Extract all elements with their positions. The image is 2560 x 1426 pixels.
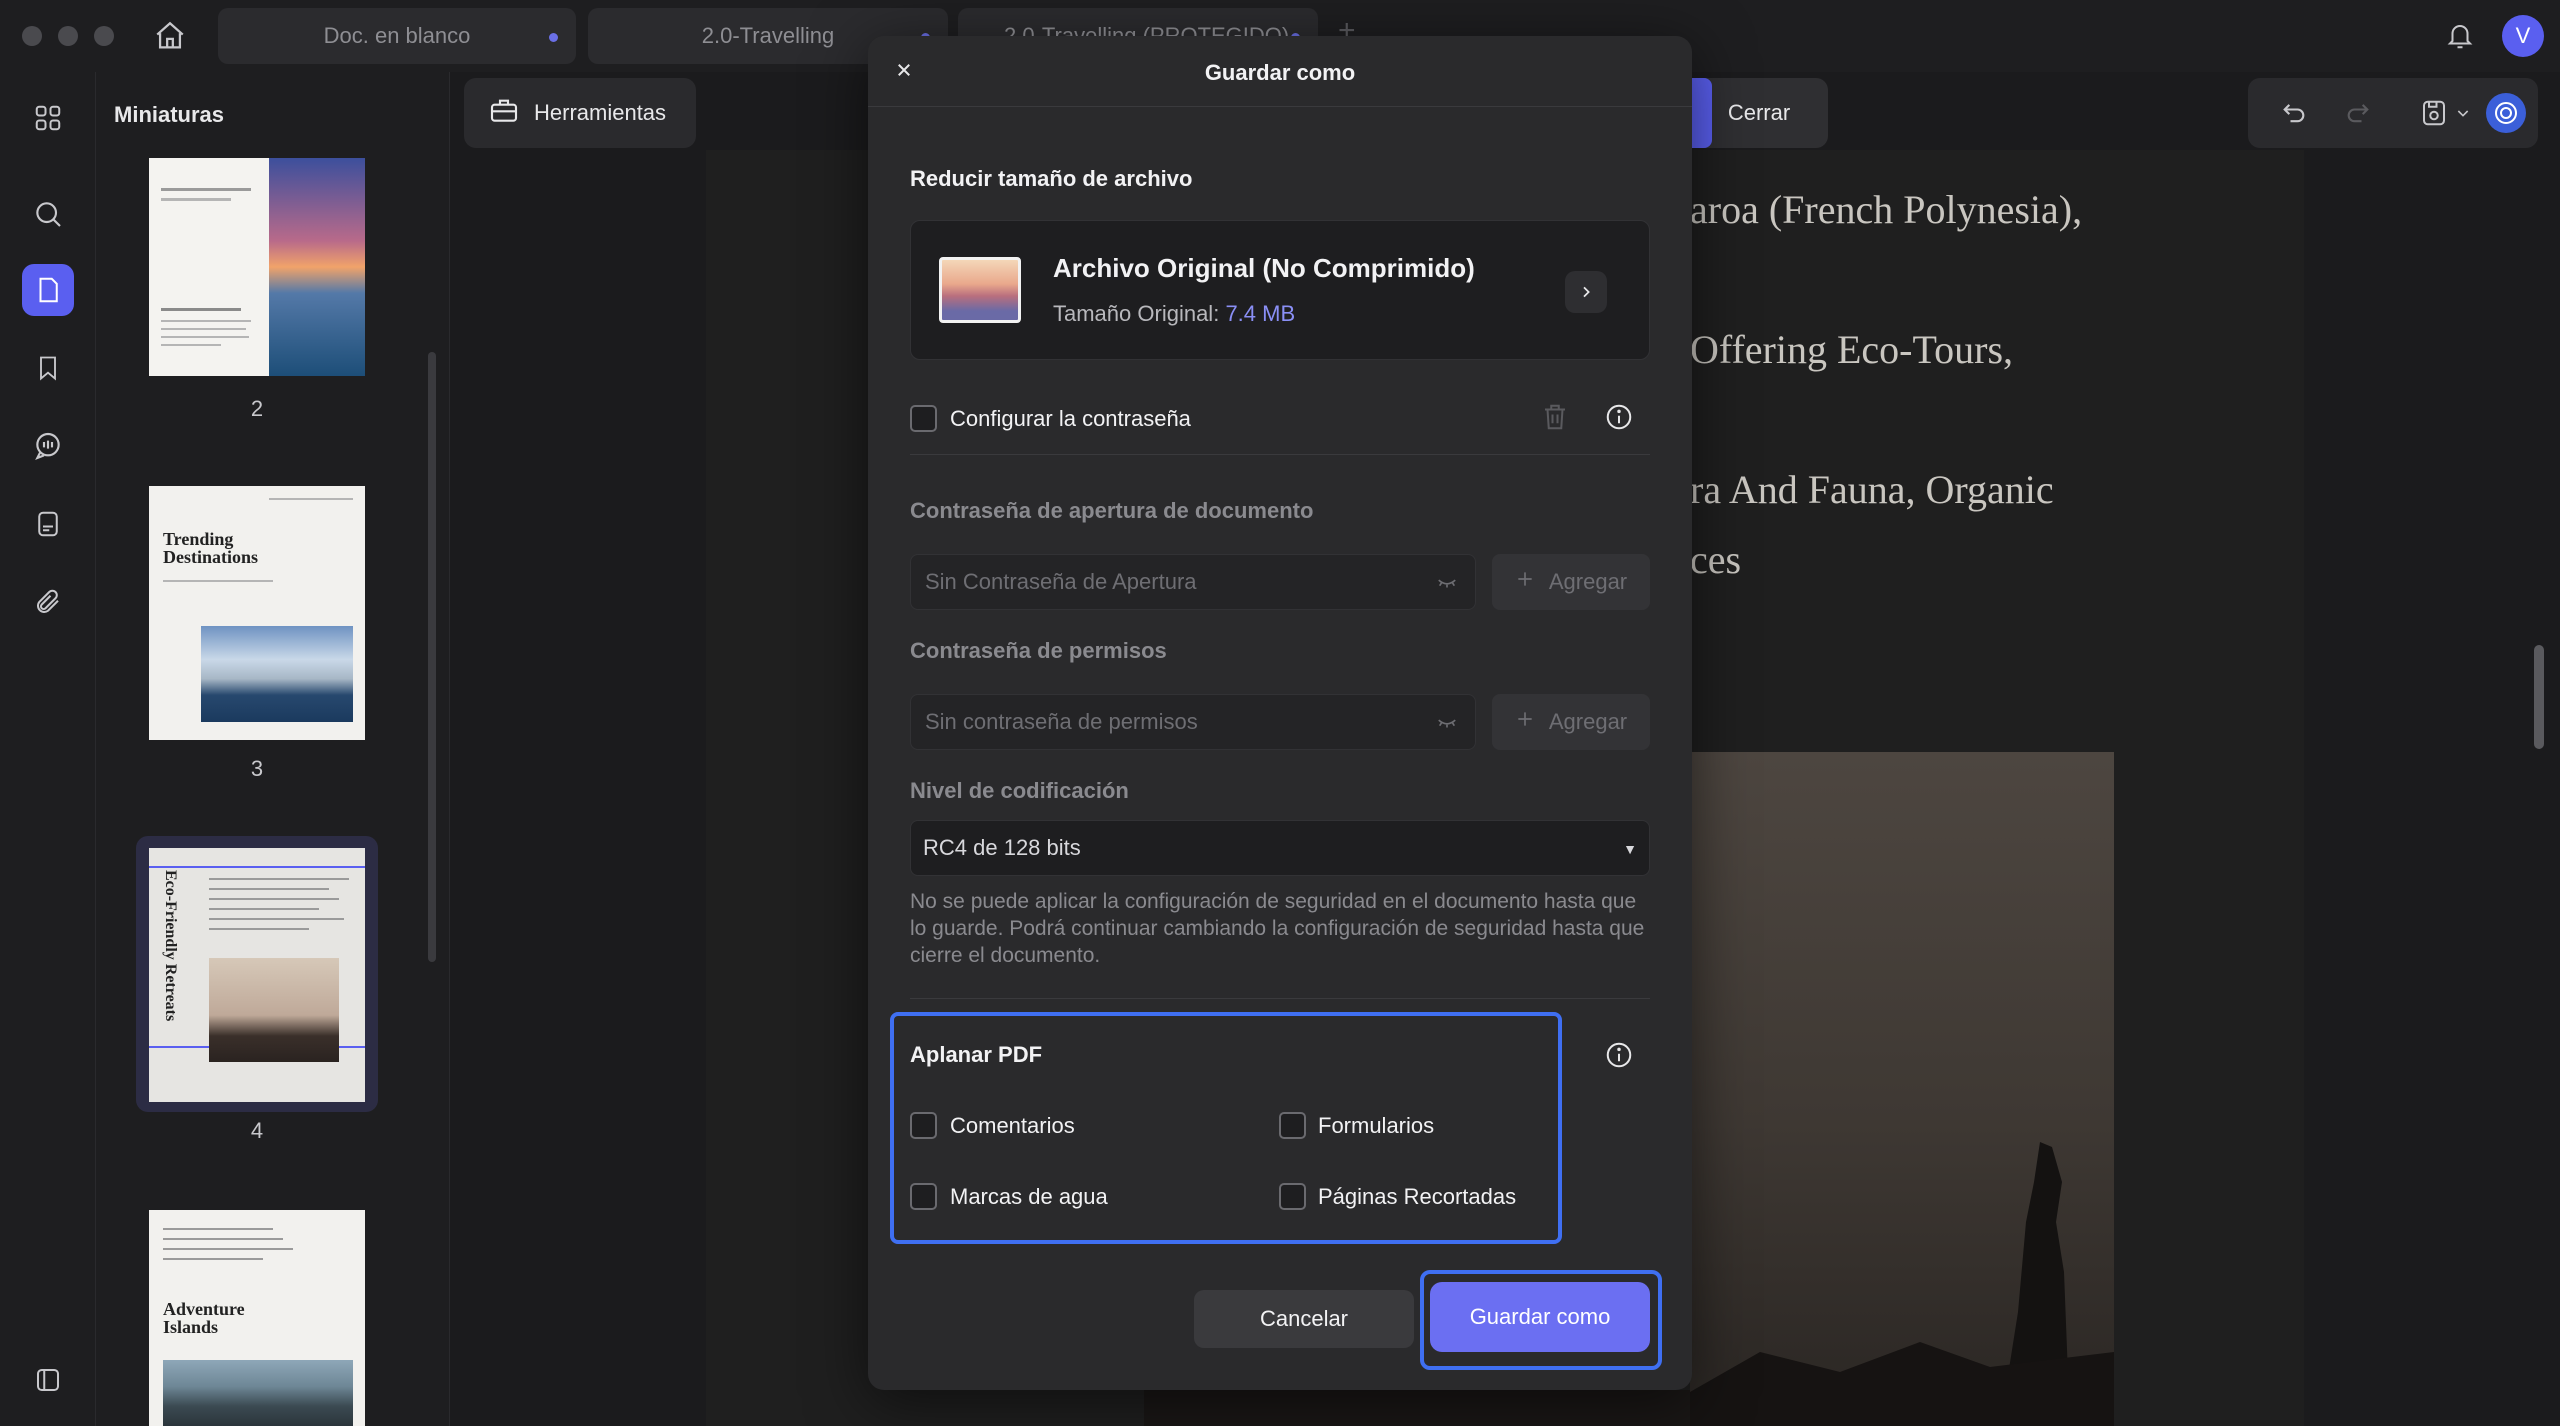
configure-password-label: Configurar la contraseña: [950, 406, 1191, 431]
document-photo: [1690, 752, 2114, 1426]
left-rail: [0, 72, 96, 1426]
bell-icon[interactable]: [2440, 16, 2480, 56]
page-thumbnail-2[interactable]: [149, 158, 365, 376]
permissions-password-field[interactable]: Sin contraseña de permisos: [910, 694, 1476, 750]
page-thumbnail-5[interactable]: Adventure Islands: [149, 1210, 365, 1426]
plus-icon: [1515, 569, 1535, 595]
window-zoom-control[interactable]: [94, 26, 114, 46]
trash-icon[interactable]: [1540, 402, 1570, 432]
security-note: No se puede aplicar la configuración de …: [910, 890, 1645, 967]
save-icon[interactable]: [2416, 95, 2452, 131]
compression-title: Archivo Original (No Comprimido): [1053, 253, 1475, 283]
encoding-level-select[interactable]: RC4 de 128 bits ▼: [910, 820, 1650, 876]
close-document-button[interactable]: Cerrar: [1690, 78, 1828, 148]
thumbnails-icon[interactable]: [22, 264, 74, 316]
page-number: 3: [250, 756, 264, 781]
panel-scrollbar[interactable]: [428, 352, 436, 962]
close-label: Cerrar: [1727, 100, 1791, 125]
open-password-label: Contraseña de apertura de documento: [910, 498, 1314, 523]
flatten-comments-checkbox[interactable]: [910, 1112, 937, 1139]
flatten-watermarks-label: Marcas de agua: [950, 1184, 1108, 1209]
dialog-title: Guardar como: [1204, 60, 1356, 85]
search-icon[interactable]: [22, 188, 74, 240]
divider: [910, 454, 1650, 455]
tools-button[interactable]: Herramientas: [464, 78, 696, 148]
permissions-password-placeholder: Sin contraseña de permisos: [925, 709, 1198, 734]
eye-closed-icon[interactable]: [1433, 711, 1461, 739]
document-text-line: ces: [1690, 537, 1742, 582]
toolbox-icon: [488, 94, 520, 132]
flatten-comments-label: Comentarios: [950, 1113, 1075, 1138]
bookmark-icon[interactable]: [22, 342, 74, 394]
plus-icon: [1515, 709, 1535, 735]
page-number: 4: [250, 1118, 264, 1143]
file-preview-image: [939, 257, 1021, 323]
add-label: Agregar: [1548, 569, 1628, 594]
save-as-dialog: Guardar como Reducir tamaño de archivo A…: [868, 36, 1692, 1390]
save-as-button[interactable]: Guardar como: [1430, 1282, 1650, 1352]
attachment-icon[interactable]: [22, 576, 74, 628]
encoding-level-label: Nivel de codificación: [910, 778, 1129, 803]
caret-down-icon: ▼: [1623, 841, 1637, 857]
forms-icon[interactable]: [22, 498, 74, 550]
compression-option-card[interactable]: Archivo Original (No Comprimido) Tamaño …: [910, 220, 1650, 360]
avatar[interactable]: V: [2502, 15, 2544, 57]
info-icon[interactable]: [1604, 402, 1634, 432]
document-text-line: ra And Fauna, Organic: [1690, 467, 2054, 512]
comments-icon[interactable]: [22, 420, 74, 472]
divider: [868, 106, 1692, 107]
page-thumbnail-4[interactable]: Eco-Friendly Retreats: [149, 848, 365, 1102]
add-label: Agregar: [1548, 709, 1628, 734]
thumbnail-title: Trending Destinations: [163, 529, 259, 567]
thumbnail-title: Adventure Islands: [163, 1299, 245, 1337]
right-toolbar: [2248, 78, 2538, 148]
open-password-placeholder: Sin Contraseña de Apertura: [925, 569, 1197, 594]
reduce-size-title: Reducir tamaño de archivo: [910, 166, 1193, 191]
chevron-right-icon[interactable]: [1565, 271, 1607, 313]
page-thumbnail-3[interactable]: Trending Destinations: [149, 486, 365, 740]
add-permissions-password-button[interactable]: Agregar: [1492, 694, 1650, 750]
chevron-down-icon[interactable]: [2452, 95, 2474, 131]
thumbnails-panel: Miniaturas 2 Trending Destinations 3 Eco…: [96, 72, 450, 1426]
window-minimize-control[interactable]: [58, 26, 78, 46]
add-open-password-button[interactable]: Agregar: [1492, 554, 1650, 610]
eye-closed-icon[interactable]: [1433, 571, 1461, 599]
document-text-line: aroa (French Polynesia),: [1690, 187, 2083, 232]
sidebar-toggle-icon[interactable]: [22, 1354, 74, 1406]
undo-icon[interactable]: [2276, 95, 2312, 131]
flatten-forms-label: Formularios: [1318, 1113, 1435, 1138]
divider: [910, 998, 1650, 999]
open-password-field[interactable]: Sin Contraseña de Apertura: [910, 554, 1476, 610]
panel-title: Miniaturas: [114, 102, 225, 127]
document-text-line: Offering Eco-Tours,: [1690, 327, 2014, 372]
flatten-watermarks-checkbox[interactable]: [910, 1183, 937, 1210]
apps-grid-icon[interactable]: [22, 92, 74, 144]
tab-doc-en-blanco[interactable]: Doc. en blanco: [218, 8, 576, 64]
configure-password-checkbox[interactable]: [910, 405, 937, 432]
tab-label: 2.0-Travelling: [701, 23, 835, 48]
original-size: Tamaño Original: 7.4 MB: [1053, 301, 1295, 327]
flatten-forms-checkbox[interactable]: [1279, 1112, 1306, 1139]
permissions-password-label: Contraseña de permisos: [910, 638, 1167, 663]
tab-label: Doc. en blanco: [323, 23, 471, 48]
tools-label: Herramientas: [534, 100, 667, 125]
thumbnail-title: Eco-Friendly Retreats: [162, 870, 179, 1022]
info-icon[interactable]: [1604, 1040, 1634, 1070]
document-photo-strip: [1144, 1390, 1690, 1426]
redo-icon[interactable]: [2340, 95, 2376, 131]
size-label: Tamaño Original:: [1053, 301, 1220, 326]
ai-assistant-icon[interactable]: [2486, 93, 2526, 133]
flatten-cropped-pages-label: Páginas Recortadas: [1318, 1184, 1517, 1209]
unsaved-dot-icon: [549, 33, 558, 42]
flatten-pdf-title: Aplanar PDF: [910, 1042, 1043, 1067]
window-close-control[interactable]: [22, 26, 42, 46]
encoding-level-value: RC4 de 128 bits: [923, 835, 1081, 860]
document-scrollbar[interactable]: [2534, 645, 2544, 749]
cancel-button[interactable]: Cancelar: [1194, 1290, 1414, 1348]
page-number: 2: [250, 396, 264, 421]
size-value: 7.4 MB: [1225, 301, 1296, 326]
flatten-cropped-pages-checkbox[interactable]: [1279, 1183, 1306, 1210]
home-icon[interactable]: [150, 16, 190, 56]
